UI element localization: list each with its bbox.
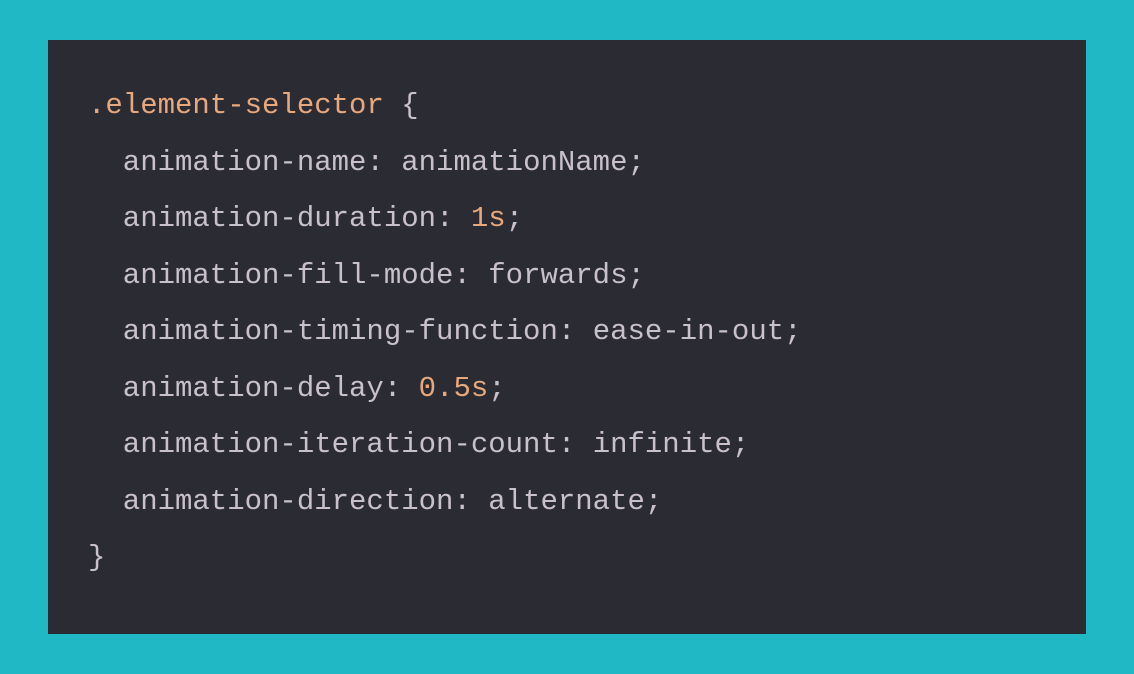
semicolon: ; — [645, 485, 662, 518]
close-brace: } — [88, 541, 105, 574]
semicolon: ; — [506, 202, 523, 235]
declaration-line: animation-direction: alternate; — [88, 474, 1046, 531]
code-block: .element-selector { animation-name: anim… — [48, 40, 1086, 634]
css-value: animationName — [401, 146, 627, 179]
colon: : — [453, 485, 488, 518]
semicolon: ; — [488, 372, 505, 405]
declaration-line: animation-timing-function: ease-in-out; — [88, 304, 1046, 361]
css-property: animation-fill-mode — [123, 259, 454, 292]
css-property: animation-direction — [123, 485, 454, 518]
css-value: infinite — [593, 428, 732, 461]
semicolon: ; — [628, 146, 645, 179]
css-property: animation-timing-function — [123, 315, 558, 348]
css-value: forwards — [488, 259, 627, 292]
css-property: animation-iteration-count — [123, 428, 558, 461]
css-value: 0.5s — [419, 372, 489, 405]
open-brace: { — [384, 89, 419, 122]
css-property: animation-name — [123, 146, 367, 179]
css-value: alternate — [488, 485, 645, 518]
declaration-line: animation-name: animationName; — [88, 135, 1046, 192]
selector-line: .element-selector { — [88, 78, 1046, 135]
semicolon: ; — [628, 259, 645, 292]
colon: : — [384, 372, 419, 405]
css-value: ease-in-out — [593, 315, 784, 348]
close-brace-line: } — [88, 530, 1046, 587]
colon: : — [558, 428, 593, 461]
colon: : — [366, 146, 401, 179]
css-selector: .element-selector — [88, 89, 384, 122]
css-property: animation-delay — [123, 372, 384, 405]
declaration-line: animation-delay: 0.5s; — [88, 361, 1046, 418]
colon: : — [558, 315, 593, 348]
semicolon: ; — [784, 315, 801, 348]
declaration-line: animation-fill-mode: forwards; — [88, 248, 1046, 305]
css-value: 1s — [471, 202, 506, 235]
declaration-line: animation-duration: 1s; — [88, 191, 1046, 248]
semicolon: ; — [732, 428, 749, 461]
declaration-line: animation-iteration-count: infinite; — [88, 417, 1046, 474]
css-property: animation-duration — [123, 202, 436, 235]
colon: : — [436, 202, 471, 235]
colon: : — [453, 259, 488, 292]
